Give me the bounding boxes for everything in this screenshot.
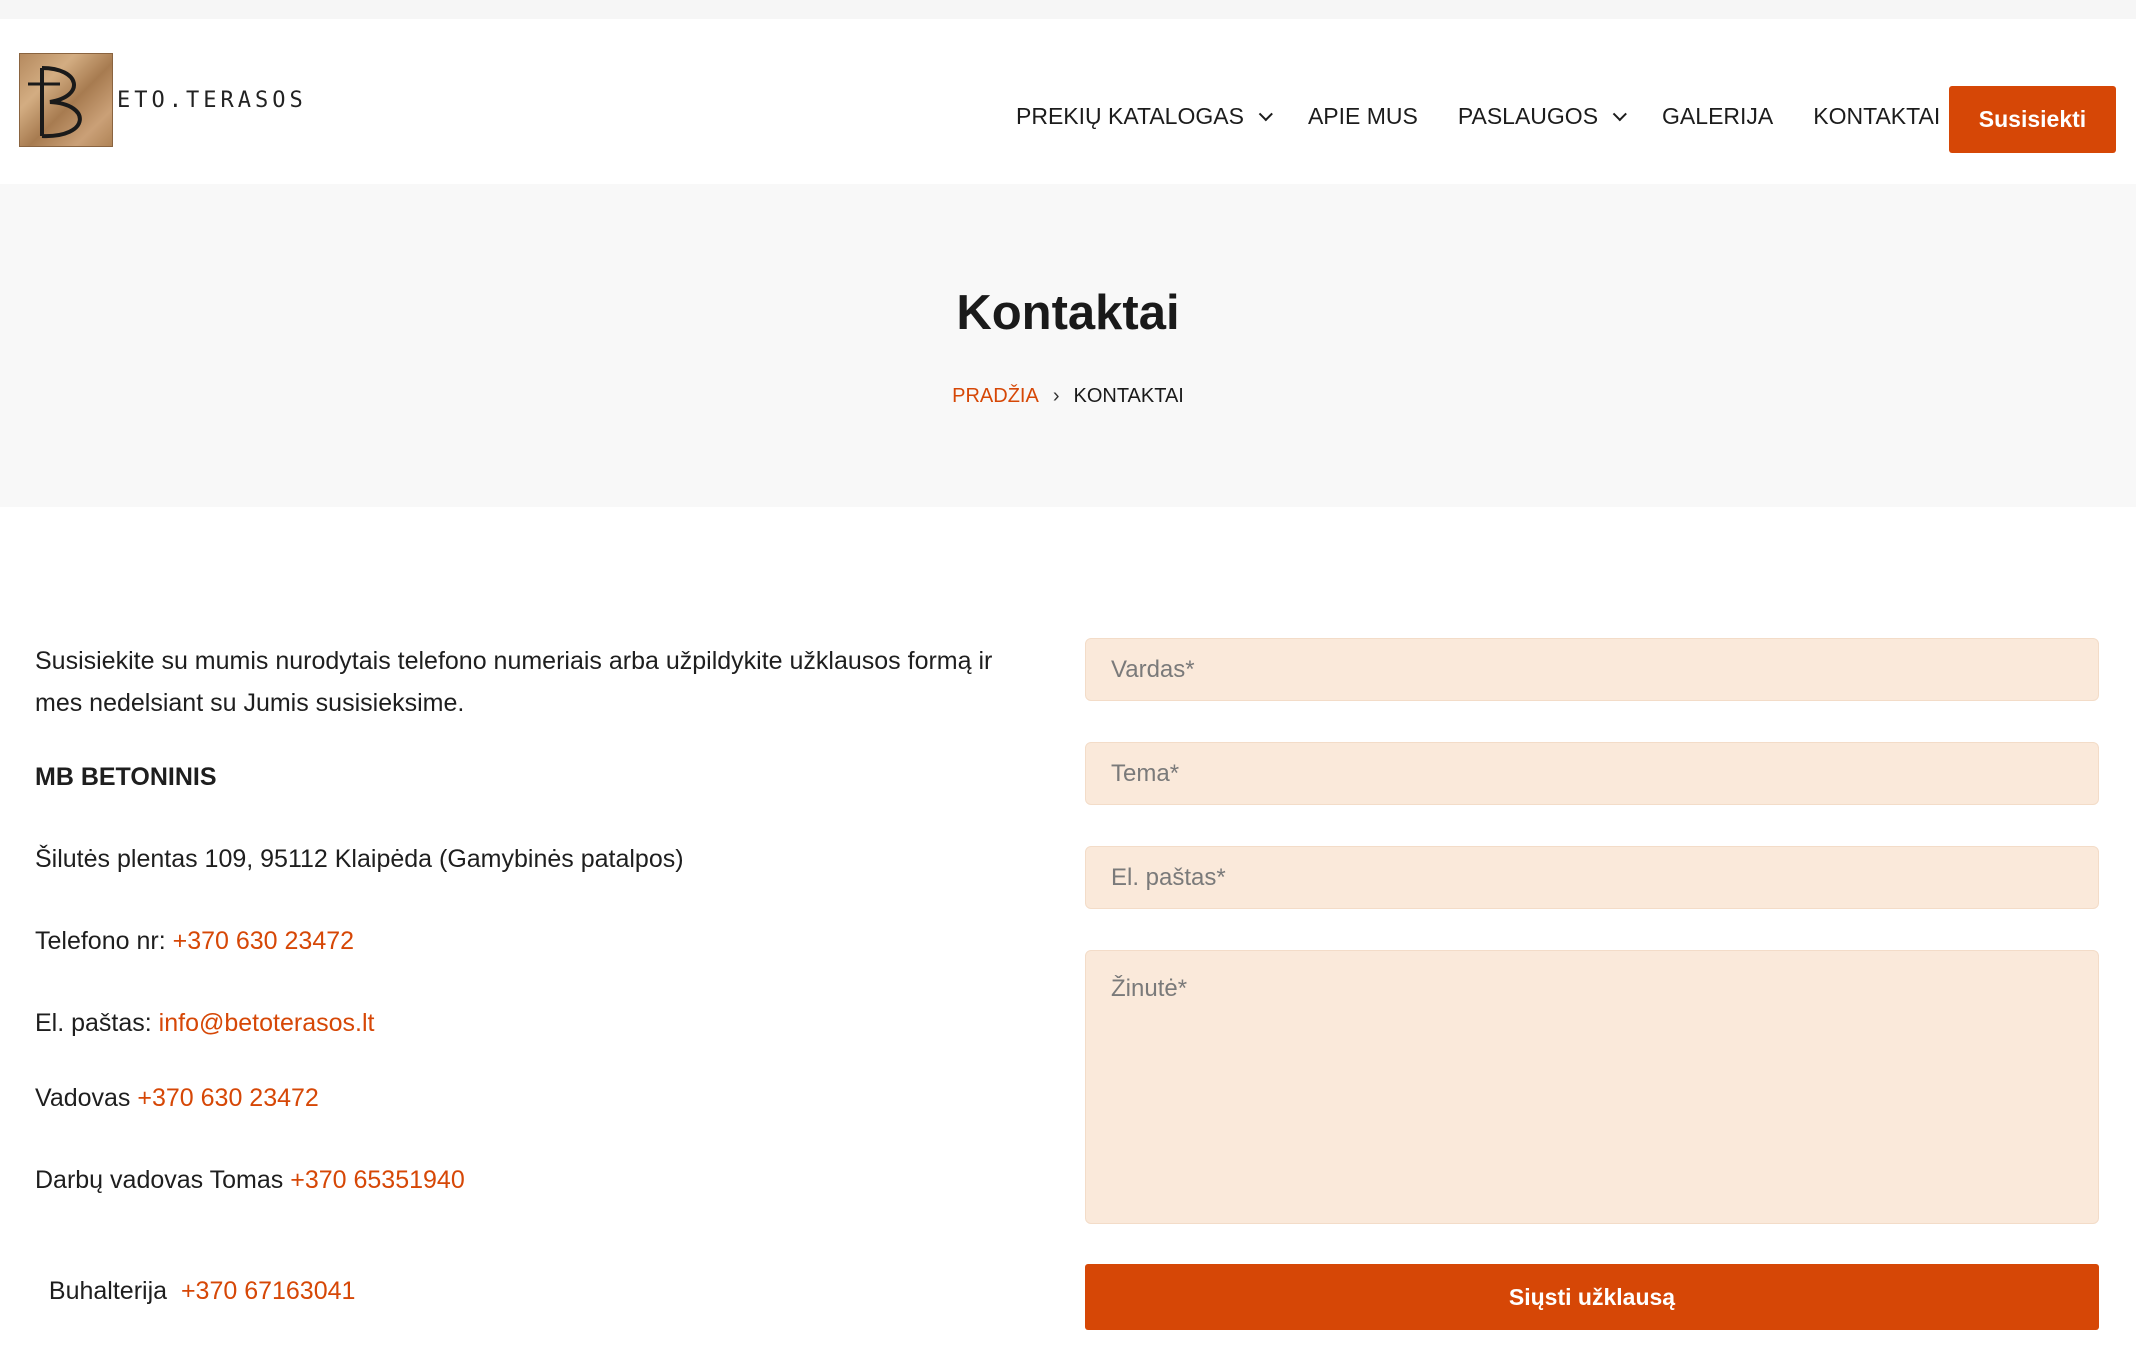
accounting-phone-link[interactable]: +370 67163041 bbox=[181, 1277, 356, 1305]
breadcrumb-home-link[interactable]: PRADŽIA bbox=[952, 385, 1039, 407]
contact-intro-text: Susisiekite su mumis nurodytais telefono… bbox=[35, 647, 993, 717]
manager-phone-link[interactable]: +370 630 23472 bbox=[137, 1084, 318, 1112]
name-input[interactable] bbox=[1085, 638, 2099, 701]
nav-item-label: APIE MUS bbox=[1307, 103, 1418, 129]
email-input[interactable] bbox=[1085, 846, 2099, 909]
site-logo[interactable]: ETO.TERASOS bbox=[19, 53, 307, 147]
page-title: Kontaktai bbox=[956, 286, 1180, 340]
nav-item-galerija[interactable]: GALERIJA bbox=[1662, 103, 1773, 130]
logo-mark bbox=[19, 53, 113, 147]
page-hero: Kontaktai PRADŽIA › KONTAKTAI bbox=[0, 184, 2136, 507]
works-manager-label: Darbų vadovas Tomas bbox=[35, 1166, 291, 1194]
main-nav: PREKIŲ KATALOGAS APIE MUS PASLAUGOS GALE… bbox=[1016, 103, 1980, 130]
nav-item-paslaugos[interactable]: PASLAUGOS bbox=[1457, 103, 1627, 130]
logo-text: ETO.TERASOS bbox=[117, 87, 307, 113]
phone-link[interactable]: +370 630 23472 bbox=[173, 927, 354, 955]
accounting-label: Buhalterija bbox=[48, 1277, 181, 1305]
email-link[interactable]: info@betoterasos.lt bbox=[159, 1009, 375, 1037]
nav-item-prekiu-katalogas[interactable]: PREKIŲ KATALOGAS bbox=[1016, 103, 1273, 130]
message-textarea[interactable] bbox=[1085, 950, 2099, 1224]
email-label: El. paštas: bbox=[35, 1009, 159, 1037]
nav-item-label: KONTAKTAI bbox=[1813, 103, 1941, 129]
breadcrumb-separator-icon: › bbox=[1052, 385, 1060, 407]
nav-item-label: GALERIJA bbox=[1662, 103, 1774, 129]
submit-inquiry-button[interactable]: Siųsti užklausą bbox=[1085, 1264, 2099, 1330]
manager-label: Vadovas bbox=[35, 1084, 138, 1112]
logo-b-icon bbox=[28, 66, 82, 139]
top-strip bbox=[0, 0, 2136, 19]
nav-item-label: PASLAUGOS bbox=[1457, 103, 1599, 129]
works-manager-row: Darbų vadovas Tomas +370 65351940 bbox=[35, 1166, 465, 1195]
contact-cta-button[interactable]: Susisiekti bbox=[1949, 86, 2116, 153]
contact-intro-block: Susisiekite su mumis nurodytais telefono… bbox=[35, 640, 1035, 724]
breadcrumb: PRADŽIA › KONTAKTAI bbox=[0, 385, 2136, 408]
company-address: Šilutės plentas 109, 95112 Klaipėda (Gam… bbox=[35, 845, 684, 873]
nav-item-kontaktai[interactable]: KONTAKTAI bbox=[1813, 103, 1940, 130]
chevron-down-icon bbox=[1258, 106, 1273, 121]
works-manager-phone-link[interactable]: +370 65351940 bbox=[290, 1166, 465, 1194]
email-row: El. paštas: info@betoterasos.lt bbox=[35, 1009, 374, 1038]
subject-input[interactable] bbox=[1085, 742, 2099, 805]
nav-item-label: PREKIŲ KATALOGAS bbox=[1016, 103, 1244, 129]
site-header: ETO.TERASOS PREKIŲ KATALOGAS APIE MUS PA… bbox=[0, 19, 2136, 184]
manager-row: Vadovas +370 630 23472 bbox=[35, 1084, 319, 1113]
phone-row: Telefono nr: +370 630 23472 bbox=[35, 927, 354, 956]
phone-label: Telefono nr: bbox=[35, 927, 173, 955]
company-name: MB BETONINIS bbox=[35, 763, 217, 791]
accounting-row: Buhalterija +370 67163041 bbox=[35, 1248, 356, 1306]
breadcrumb-current: KONTAKTAI bbox=[1073, 385, 1184, 407]
nav-item-apie-mus[interactable]: APIE MUS bbox=[1308, 103, 1418, 130]
chevron-down-icon bbox=[1612, 106, 1627, 121]
